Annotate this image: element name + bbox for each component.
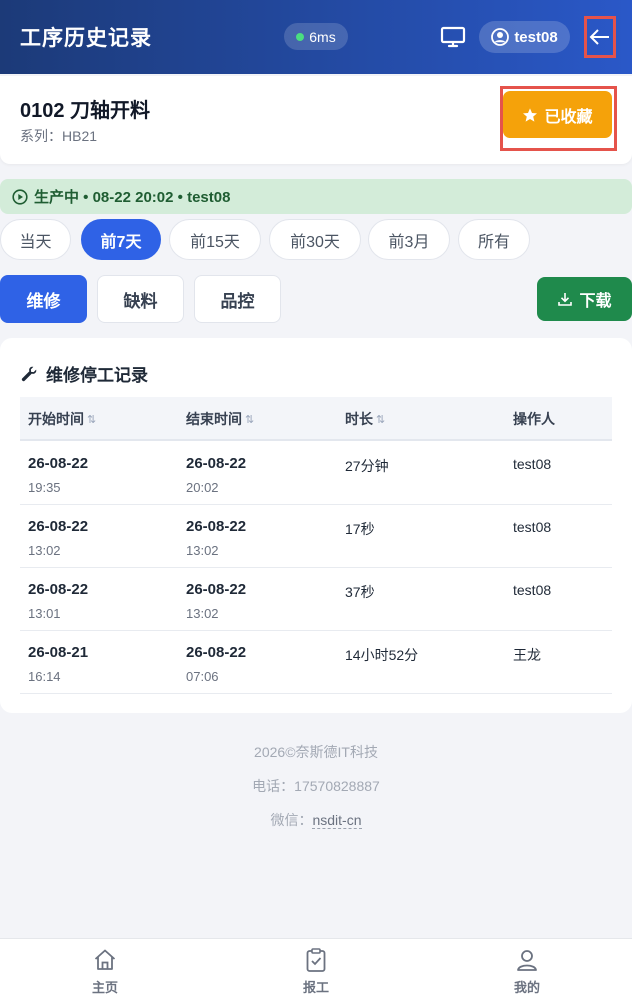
column-header-start-label: 开始时间	[28, 411, 84, 427]
back-button[interactable]	[584, 16, 616, 58]
column-header-end-label: 结束时间	[186, 411, 242, 427]
operator: test08	[513, 456, 552, 472]
records-title-text: 维修停工记录	[46, 366, 148, 385]
start-date: 26-08-22	[28, 518, 89, 535]
page-title: 工序历史记录	[20, 27, 152, 50]
start-time: 13:02	[28, 543, 61, 558]
column-header-duration[interactable]: 时长 ⇅	[345, 409, 385, 429]
end-date: 26-08-22	[186, 581, 247, 598]
user-icon	[517, 950, 537, 971]
start-time: 19:35	[28, 480, 61, 495]
column-header-start[interactable]: 开始时间 ⇅	[28, 409, 96, 429]
range-button-all[interactable]: 所有	[458, 219, 530, 260]
operator: 王龙	[513, 647, 541, 663]
download-label: 下载	[579, 293, 612, 310]
table-header: 开始时间 ⇅ 结束时间 ⇅ 时长 ⇅ 操作人	[20, 397, 612, 441]
duration: 17秒	[345, 521, 375, 537]
wrench-icon	[21, 366, 37, 381]
end-time: 20:02	[186, 480, 219, 495]
range-button-30days[interactable]: 前30天	[269, 219, 361, 260]
sort-icon: ⇅	[245, 413, 255, 426]
start-time: 16:14	[28, 669, 61, 684]
process-name: 0102 刀轴开料	[20, 100, 151, 122]
end-time: 13:02	[186, 543, 219, 558]
operator: test08	[513, 519, 552, 535]
home-icon	[94, 949, 116, 970]
table-row: 26-08-22 19:35 26-08-22 20:02 27分钟 test0…	[20, 442, 612, 505]
range-button-today[interactable]: 当天	[0, 219, 71, 260]
table-row: 26-08-22 13:02 26-08-22 13:02 17秒 test08	[20, 505, 612, 568]
process-card: 0102 刀轴开料 系列：HB21 已收藏	[0, 76, 632, 164]
column-header-operator-label: 操作人	[513, 411, 555, 427]
footer-wechat-id[interactable]: nsdit-cn	[312, 812, 362, 829]
latency-badge: 6ms	[284, 23, 348, 50]
end-date: 26-08-22	[186, 455, 247, 472]
arrow-left-icon	[589, 29, 609, 45]
column-header-end[interactable]: 结束时间 ⇅	[186, 409, 254, 429]
start-time: 13:01	[28, 606, 61, 621]
sort-icon: ⇅	[87, 413, 97, 426]
end-time: 13:02	[186, 606, 219, 621]
duration: 37秒	[345, 584, 375, 600]
type-tab-quality[interactable]: 品控	[194, 275, 281, 323]
nav-item-home[interactable]: 主页	[65, 947, 145, 996]
footer-wechat: 微信：nsdit-cn	[0, 810, 632, 830]
clipboard-check-icon	[306, 948, 326, 972]
duration: 27分钟	[345, 458, 389, 474]
end-time: 07:06	[186, 669, 219, 684]
range-button-15days[interactable]: 前15天	[169, 219, 261, 260]
footer-phone: 电话：17570828887	[252, 778, 380, 794]
type-tab-material-shortage[interactable]: 缺料	[97, 275, 184, 323]
process-series: 系列：HB21	[20, 128, 98, 144]
bottom-nav: 主页 报工 我的	[0, 938, 632, 1006]
start-date: 26-08-22	[28, 581, 89, 598]
favorite-label: 已收藏	[544, 108, 593, 126]
range-button-7days[interactable]: 前7天	[81, 219, 161, 260]
latency-value: 6ms	[309, 28, 336, 45]
nav-item-report[interactable]: 报工	[276, 947, 356, 996]
repair-records-card: 维修停工记录 开始时间 ⇅ 结束时间 ⇅ 时长 ⇅ 操作人 26-08-22 19:3…	[0, 338, 632, 713]
status-bar: 生产中 • 08-22 20:02 • test08	[0, 179, 632, 214]
status-text: 生产中 • 08-22 20:02 • test08	[34, 189, 231, 206]
user-button[interactable]: test08	[479, 21, 570, 53]
play-circle-icon	[12, 188, 28, 205]
end-date: 26-08-22	[186, 644, 247, 661]
favorite-button[interactable]: 已收藏	[503, 91, 612, 138]
table-row: 26-08-21 16:14 26-08-22 07:06 14小时52分 王龙	[20, 631, 612, 694]
app-header: 工序历史记录 6ms test08	[0, 0, 632, 74]
range-button-3months[interactable]: 前3月	[368, 219, 450, 260]
records-card-title: 维修停工记录	[20, 361, 148, 386]
star-icon	[523, 107, 538, 122]
nav-label-report: 报工	[302, 980, 329, 995]
end-date: 26-08-22	[186, 518, 247, 535]
column-header-operator: 操作人	[513, 409, 555, 429]
duration: 14小时52分	[345, 647, 419, 663]
footer-wechat-label: 微信：	[270, 812, 313, 828]
nav-item-mine[interactable]: 我的	[487, 947, 567, 996]
nav-label-mine: 我的	[513, 980, 540, 995]
status-dot-icon	[296, 32, 305, 41]
monitor-icon[interactable]	[439, 25, 467, 49]
download-button[interactable]: 下载	[537, 277, 632, 321]
start-date: 26-08-21	[28, 644, 89, 661]
download-icon	[558, 293, 573, 306]
table-row: 26-08-22 13:01 26-08-22 13:02 37秒 test08	[20, 568, 612, 631]
column-header-duration-label: 时长	[345, 411, 373, 427]
nav-label-home: 主页	[91, 980, 118, 995]
operator: test08	[513, 582, 552, 598]
user-avatar-icon	[491, 28, 510, 46]
footer-copyright: 2026©奈斯德IT科技	[254, 744, 378, 760]
start-date: 26-08-22	[28, 455, 89, 472]
username: test08	[514, 28, 558, 46]
type-tab-repair[interactable]: 维修	[0, 275, 87, 323]
sort-icon: ⇅	[376, 413, 386, 426]
